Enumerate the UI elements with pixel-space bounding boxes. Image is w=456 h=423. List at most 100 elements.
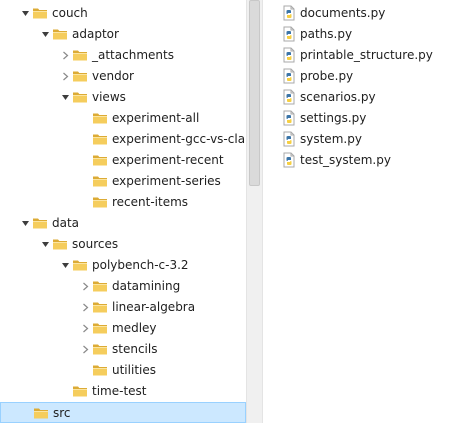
chevron-right-icon[interactable] bbox=[60, 71, 70, 81]
tree-item-data[interactable]: data bbox=[0, 213, 246, 234]
tree-item-linear-algebra[interactable]: linear-algebra bbox=[0, 297, 246, 318]
chevron-right-icon[interactable] bbox=[80, 323, 90, 333]
tree-item-label: couch bbox=[52, 6, 88, 20]
tree-item-label: experiment-recent bbox=[112, 153, 224, 167]
scrollbar-thumb[interactable] bbox=[249, 0, 260, 186]
tree-item-datamining[interactable]: datamining bbox=[0, 276, 246, 297]
tree-item-src[interactable]: src bbox=[0, 402, 246, 423]
folder-icon bbox=[92, 279, 108, 293]
folder-tree-pane[interactable]: couch adaptor _attachmentsvendor views exper… bbox=[0, 0, 246, 423]
tree-item-experiment-gcc-vs-clang[interactable]: experiment-gcc-vs-clang bbox=[0, 129, 246, 150]
python-file-icon bbox=[281, 5, 297, 21]
tree-item-recent-items[interactable]: recent-items bbox=[0, 192, 246, 213]
file-item[interactable]: settings.py bbox=[281, 108, 366, 128]
file-name: settings.py bbox=[300, 110, 367, 125]
file-name: test_system.py bbox=[300, 152, 391, 167]
tree-item-experiment-all[interactable]: experiment-all bbox=[0, 108, 246, 129]
file-item[interactable]: probe.py bbox=[281, 66, 353, 86]
python-file-icon bbox=[281, 47, 297, 63]
chevron-down-icon[interactable] bbox=[40, 29, 50, 39]
file-name: probe.py bbox=[300, 68, 354, 83]
folder-icon bbox=[72, 48, 88, 62]
python-file-icon bbox=[281, 152, 297, 168]
tree-item-label: adaptor bbox=[72, 27, 119, 41]
file-item[interactable]: test_system.py bbox=[281, 150, 391, 170]
python-file-icon bbox=[281, 131, 297, 147]
folder-icon bbox=[92, 342, 108, 356]
chevron-right-icon[interactable] bbox=[80, 302, 90, 312]
tree-item-label: experiment-gcc-vs-clang bbox=[112, 132, 246, 146]
tree-item-label: linear-algebra bbox=[112, 300, 196, 314]
tree-item-label: polybench-c-3.2 bbox=[92, 258, 189, 272]
folder-icon bbox=[33, 406, 49, 420]
tree-item-label: views bbox=[92, 90, 126, 104]
tree-item-label: _attachments bbox=[92, 48, 174, 62]
tree-item-label: src bbox=[53, 406, 71, 420]
file-name: system.py bbox=[300, 131, 362, 146]
python-file-icon bbox=[281, 26, 297, 42]
folder-icon bbox=[72, 384, 88, 398]
tree-item-label: utilities bbox=[112, 363, 156, 377]
tree-item-vendor[interactable]: vendor bbox=[0, 66, 246, 87]
tree-item-label: medley bbox=[112, 321, 157, 335]
tree-item-time-test[interactable]: time-test bbox=[0, 381, 246, 402]
folder-icon bbox=[72, 90, 88, 104]
folder-icon bbox=[32, 216, 48, 230]
tree-item-experiment-series[interactable]: experiment-series bbox=[0, 171, 246, 192]
file-item[interactable]: paths.py bbox=[281, 24, 352, 44]
tree-item-experiment-recent[interactable]: experiment-recent bbox=[0, 150, 246, 171]
chevron-down-icon[interactable] bbox=[20, 218, 30, 228]
tree-item-stencils[interactable]: stencils bbox=[0, 339, 246, 360]
python-file-icon bbox=[281, 110, 297, 126]
folder-icon bbox=[92, 132, 108, 146]
tree-vertical-scrollbar[interactable] bbox=[246, 0, 263, 423]
folder-icon bbox=[72, 69, 88, 83]
chevron-down-icon[interactable] bbox=[40, 239, 50, 249]
tree-item-label: sources bbox=[72, 237, 119, 251]
file-name: documents.py bbox=[300, 5, 386, 20]
folder-icon bbox=[92, 174, 108, 188]
file-name: paths.py bbox=[300, 26, 353, 41]
file-item[interactable]: documents.py bbox=[281, 3, 385, 23]
tree-item-sources[interactable]: sources bbox=[0, 234, 246, 255]
tree-item-views[interactable]: views bbox=[0, 87, 246, 108]
folder-icon bbox=[92, 321, 108, 335]
file-item[interactable]: printable_structure.py bbox=[281, 45, 433, 65]
tree-item-label: vendor bbox=[92, 69, 134, 83]
folder-icon bbox=[92, 195, 108, 209]
tree-item-attachments[interactable]: _attachments bbox=[0, 45, 246, 66]
chevron-down-icon[interactable] bbox=[20, 8, 30, 18]
chevron-right-icon[interactable] bbox=[60, 50, 70, 60]
chevron-right-icon[interactable] bbox=[80, 344, 90, 354]
tree-item-medley[interactable]: medley bbox=[0, 318, 246, 339]
tree-item-polybench-c-3-2[interactable]: polybench-c-3.2 bbox=[0, 255, 246, 276]
tree-item-label: experiment-all bbox=[112, 111, 200, 125]
tree-item-label: experiment-series bbox=[112, 174, 221, 188]
folder-icon bbox=[92, 111, 108, 125]
folder-icon bbox=[52, 237, 68, 251]
tree-item-label: datamining bbox=[112, 279, 181, 293]
tree-item-label: stencils bbox=[112, 342, 158, 356]
folder-icon bbox=[92, 363, 108, 377]
chevron-down-icon[interactable] bbox=[60, 260, 70, 270]
file-item[interactable]: system.py bbox=[281, 129, 362, 149]
python-file-icon bbox=[281, 68, 297, 84]
chevron-down-icon[interactable] bbox=[60, 92, 70, 102]
file-item[interactable]: scenarios.py bbox=[281, 87, 376, 107]
file-name: printable_structure.py bbox=[300, 47, 433, 62]
folder-icon bbox=[92, 153, 108, 167]
folder-icon bbox=[72, 258, 88, 272]
tree-item-label: time-test bbox=[92, 384, 147, 398]
folder-icon bbox=[32, 6, 48, 20]
tree-item-adaptor[interactable]: adaptor bbox=[0, 24, 246, 45]
folder-icon bbox=[52, 27, 68, 41]
tree-item-utilities[interactable]: utilities bbox=[0, 360, 246, 381]
python-file-icon bbox=[281, 89, 297, 105]
chevron-right-icon[interactable] bbox=[80, 281, 90, 291]
folder-icon bbox=[92, 300, 108, 314]
tree-item-label: data bbox=[52, 216, 80, 230]
tree-item-couch[interactable]: couch bbox=[0, 3, 246, 24]
file-name: scenarios.py bbox=[300, 89, 376, 104]
tree-item-label: recent-items bbox=[112, 195, 189, 209]
file-list-pane[interactable]: documents.py paths.py printable_structure.… bbox=[263, 0, 456, 423]
